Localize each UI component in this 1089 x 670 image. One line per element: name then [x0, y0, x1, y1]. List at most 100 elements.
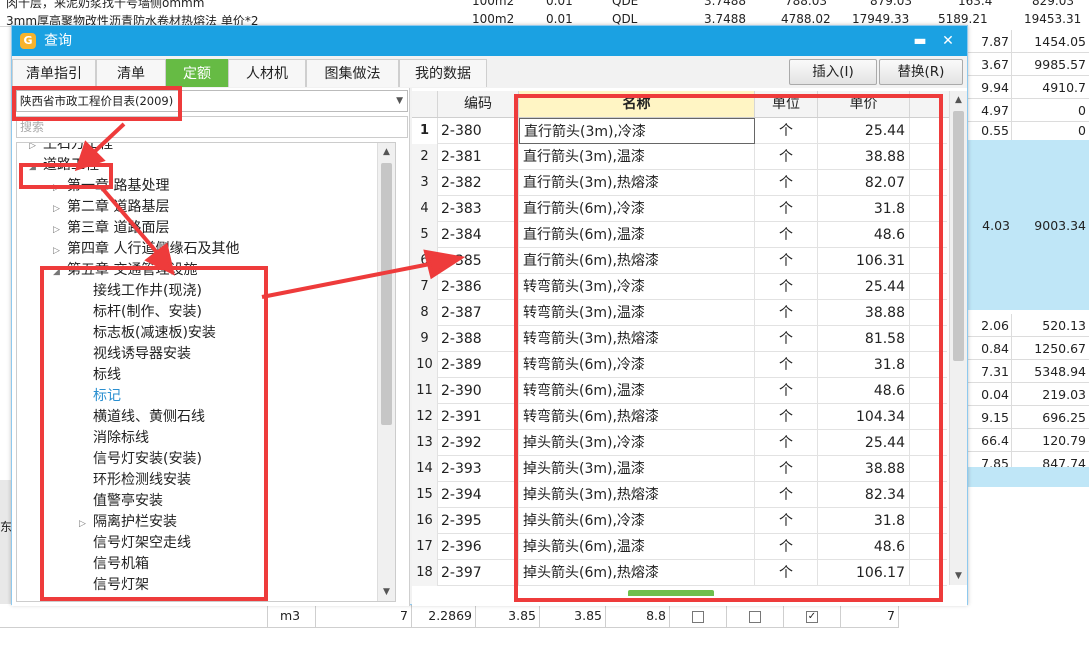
library-select[interactable]: 陕西省市政工程价目表(2009) ▼ — [16, 90, 408, 112]
cell-price[interactable]: 25.44 — [818, 274, 910, 300]
scroll-down-icon[interactable]: ▼ — [378, 583, 395, 601]
tree-item[interactable]: 信号灯架空走线 — [93, 533, 191, 554]
row-number[interactable]: 8 — [412, 300, 438, 326]
cell-unit[interactable]: 个 — [755, 248, 818, 274]
tree-item[interactable]: ▷ 第一章 路基处理 — [53, 176, 169, 197]
insert-button[interactable]: 插入(I) — [789, 59, 877, 85]
cell-code[interactable]: 2-389 — [438, 352, 519, 378]
tree-item[interactable]: ▷ 第二章 道路基层 — [53, 197, 169, 218]
cell-name[interactable]: 转弯箭头(3m),冷漆 — [519, 274, 755, 300]
row-number[interactable]: 10 — [412, 352, 438, 378]
table-row[interactable]: 1 2-380 直行箭头(3m),冷漆个 25.44 — [412, 118, 947, 144]
cell-price[interactable]: 31.8 — [818, 196, 910, 222]
cell-price[interactable]: 48.6 — [818, 378, 910, 404]
cell-name[interactable]: 直行箭头(6m),热熔漆 — [519, 248, 755, 274]
scroll-up-icon[interactable]: ▲ — [378, 143, 395, 161]
table-row[interactable]: 2 2-381 直行箭头(3m),温漆个 38.88 — [412, 144, 947, 170]
tree-item[interactable]: 接线工作井(现浇) — [93, 281, 202, 302]
cell-name[interactable]: 掉头箭头(3m),热熔漆 — [519, 482, 755, 508]
cell-name[interactable]: 掉头箭头(6m),温漆 — [519, 534, 755, 560]
cell-price[interactable]: 25.44 — [818, 118, 910, 144]
tree-item[interactable]: 标线 — [93, 365, 121, 386]
cell-unit[interactable]: 个 — [755, 560, 818, 586]
row-number[interactable]: 4 — [412, 196, 438, 222]
scroll-thumb[interactable] — [953, 111, 964, 361]
cell-name[interactable]: 直行箭头(3m),热熔漆 — [519, 170, 755, 196]
bg-checkbox-3[interactable]: ✓ — [784, 604, 841, 628]
table-row[interactable]: 12 2-391 转弯箭头(6m),热熔漆个 104.34 — [412, 404, 947, 430]
header-unit[interactable]: 单位 — [755, 91, 818, 117]
tree-item[interactable]: 信号灯安装(安装) — [93, 449, 202, 470]
cell-price[interactable]: 38.88 — [818, 456, 910, 482]
tree-item[interactable]: ▷ 第三章 道路面层 — [53, 218, 169, 239]
row-number[interactable]: 16 — [412, 508, 438, 534]
row-number[interactable]: 17 — [412, 534, 438, 560]
tree-item[interactable]: 信号机箱 — [93, 554, 149, 575]
tree-item[interactable]: 视线诱导器安装 — [93, 344, 191, 365]
cell-unit[interactable]: 个 — [755, 456, 818, 482]
cell-name[interactable]: 转弯箭头(3m),热熔漆 — [519, 326, 755, 352]
cell-price[interactable]: 106.17 — [818, 560, 910, 586]
collapsed-arrow-icon[interactable]: ▷ — [53, 241, 67, 262]
cell-unit[interactable]: 个 — [755, 326, 818, 352]
cell-price[interactable]: 82.34 — [818, 482, 910, 508]
cell-code[interactable]: 2-394 — [438, 482, 519, 508]
cell-unit[interactable]: 个 — [755, 534, 818, 560]
bg-checkbox-2[interactable] — [727, 604, 784, 628]
cell-unit[interactable]: 个 — [755, 196, 818, 222]
cell-code[interactable]: 2-381 — [438, 144, 519, 170]
cell-unit[interactable]: 个 — [755, 430, 818, 456]
scroll-up-icon[interactable]: ▲ — [950, 91, 967, 109]
cell-unit[interactable]: 个 — [755, 222, 818, 248]
cell-code[interactable]: 2-395 — [438, 508, 519, 534]
table-row[interactable]: 4 2-383 直行箭头(6m),冷漆个 31.8 — [412, 196, 947, 222]
tab-atlas-method[interactable]: 图集做法 — [306, 59, 399, 87]
header-code[interactable]: 编码 — [438, 91, 519, 117]
row-number[interactable]: 15 — [412, 482, 438, 508]
collapsed-arrow-icon[interactable]: ▷ — [29, 143, 43, 157]
cell-code[interactable]: 2-385 — [438, 248, 519, 274]
cell-price[interactable]: 48.6 — [818, 534, 910, 560]
replace-button[interactable]: 替换(R) — [879, 59, 963, 85]
tree-item[interactable]: 信号灯架 — [93, 575, 149, 596]
tab-bill[interactable]: 清单 — [96, 59, 166, 87]
tab-my-data[interactable]: 我的数据 — [399, 59, 487, 87]
grid-scrollbar[interactable]: ▲ ▼ — [949, 91, 967, 585]
cell-price[interactable]: 48.6 — [818, 222, 910, 248]
row-number[interactable]: 12 — [412, 404, 438, 430]
cell-code[interactable]: 2-396 — [438, 534, 519, 560]
cell-price[interactable]: 38.88 — [818, 300, 910, 326]
row-number[interactable]: 14 — [412, 456, 438, 482]
cell-price[interactable]: 25.44 — [818, 430, 910, 456]
table-row[interactable]: 17 2-396 掉头箭头(6m),温漆个 48.6 — [412, 534, 947, 560]
cell-code[interactable]: 2-393 — [438, 456, 519, 482]
cell-name[interactable]: 转弯箭头(3m),温漆 — [519, 300, 755, 326]
close-button[interactable]: ✕ — [934, 26, 962, 56]
cell-name[interactable]: 掉头箭头(6m),热熔漆 — [519, 560, 755, 586]
row-number[interactable]: 6 — [412, 248, 438, 274]
collapsed-arrow-icon[interactable]: ▷ — [79, 514, 93, 535]
table-row[interactable]: 9 2-388 转弯箭头(3m),热熔漆个 81.58 — [412, 326, 947, 352]
row-number[interactable]: 3 — [412, 170, 438, 196]
table-row[interactable]: 7 2-386 转弯箭头(3m),冷漆个 25.44 — [412, 274, 947, 300]
cell-unit[interactable]: 个 — [755, 404, 818, 430]
bg-checkbox-1[interactable] — [670, 604, 727, 628]
header-price[interactable]: 单价 — [818, 91, 910, 117]
tree-item[interactable]: 值警亭安装 — [93, 491, 163, 512]
tree-item[interactable]: 标杆(制作、安装) — [93, 302, 202, 323]
cell-unit[interactable]: 个 — [755, 170, 818, 196]
cell-unit[interactable]: 个 — [755, 118, 818, 144]
row-number[interactable]: 7 — [412, 274, 438, 300]
expanded-arrow-icon[interactable]: ◢ — [53, 262, 67, 283]
table-row[interactable]: 18 2-397 掉头箭头(6m),热熔漆个 106.17 — [412, 560, 947, 586]
cell-code[interactable]: 2-383 — [438, 196, 519, 222]
cell-code[interactable]: 2-386 — [438, 274, 519, 300]
table-row[interactable]: 5 2-384 直行箭头(6m),温漆个 48.6 — [412, 222, 947, 248]
tree-item[interactable]: ▷ 第四章 人行道侧缘石及其他 — [53, 239, 239, 260]
cell-unit[interactable]: 个 — [755, 508, 818, 534]
cell-code[interactable]: 2-388 — [438, 326, 519, 352]
tree-scrollbar[interactable]: ▲ ▼ — [377, 143, 395, 601]
tab-bill-guide[interactable]: 清单指引 — [12, 59, 96, 87]
row-number[interactable]: 18 — [412, 560, 438, 586]
tab-labor-material[interactable]: 人材机 — [228, 59, 306, 87]
